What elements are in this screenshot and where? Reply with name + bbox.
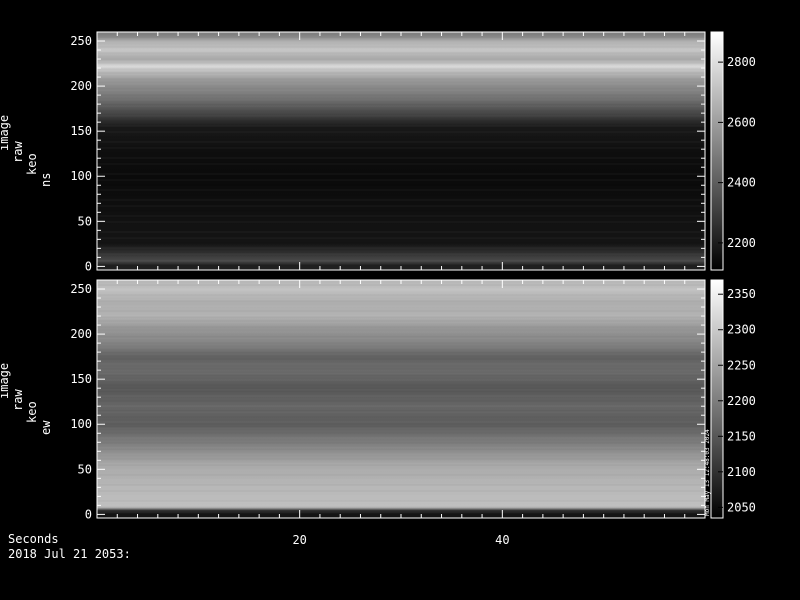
- date-label: 2018 Jul 21 2053:: [8, 547, 131, 561]
- y-title-line: image: [0, 115, 11, 151]
- colorbar-tick-label: 2350: [727, 287, 756, 301]
- colorbar-tick-label: 2200: [727, 236, 756, 250]
- y-title-line: raw: [11, 389, 25, 411]
- colorbar-tick-label: 2050: [727, 500, 756, 514]
- y-title-line: raw: [11, 141, 25, 163]
- y-title-line: ns: [39, 173, 53, 187]
- y-tick-label: 150: [70, 124, 92, 138]
- x-axis-label: Seconds: [8, 532, 59, 546]
- colorbar-tick-label: 2100: [727, 465, 756, 479]
- x-tick-label: 40: [495, 533, 509, 547]
- y-tick-label: 50: [78, 462, 92, 476]
- y-title-line: image: [0, 363, 11, 399]
- y-tick-label: 200: [70, 79, 92, 93]
- colorbar-1: [710, 279, 724, 519]
- keogram-page: 0 50 100 150 200 250 2200 2400 2600 2800 image raw k…: [0, 0, 800, 600]
- colorbar-tick-label: 2400: [727, 176, 756, 190]
- colorbar-timestamp-note: Mon May 13 12:48:03 2024: [704, 429, 711, 516]
- colorbar-tick-label: 2800: [727, 55, 756, 69]
- y-title-line: keo: [25, 401, 39, 423]
- y-tick-label: 0: [85, 507, 92, 521]
- y-tick-label: 100: [70, 169, 92, 183]
- x-tick-label: 20: [292, 533, 306, 547]
- colorbar-tick-label: 2150: [727, 429, 756, 443]
- y-tick-label: 200: [70, 327, 92, 341]
- y-tick-label: 150: [70, 372, 92, 386]
- y-title-line: keo: [25, 153, 39, 175]
- colorbar-tick-label: 2600: [727, 115, 756, 129]
- colorbar-0: [710, 31, 724, 271]
- keogram-plot: 0501001502002502200240026002800imagerawk…: [0, 31, 756, 547]
- colorbar-tick-label: 2200: [727, 394, 756, 408]
- y-tick-label: 250: [70, 282, 92, 296]
- y-tick-label: 100: [70, 417, 92, 431]
- y-tick-label: 0: [85, 259, 92, 273]
- colorbar-tick-label: 2300: [727, 323, 756, 337]
- y-tick-label: 50: [78, 214, 92, 228]
- y-tick-label: 250: [70, 34, 92, 48]
- colorbar-tick-label: 2250: [727, 358, 756, 372]
- y-title-line: ew: [39, 420, 53, 435]
